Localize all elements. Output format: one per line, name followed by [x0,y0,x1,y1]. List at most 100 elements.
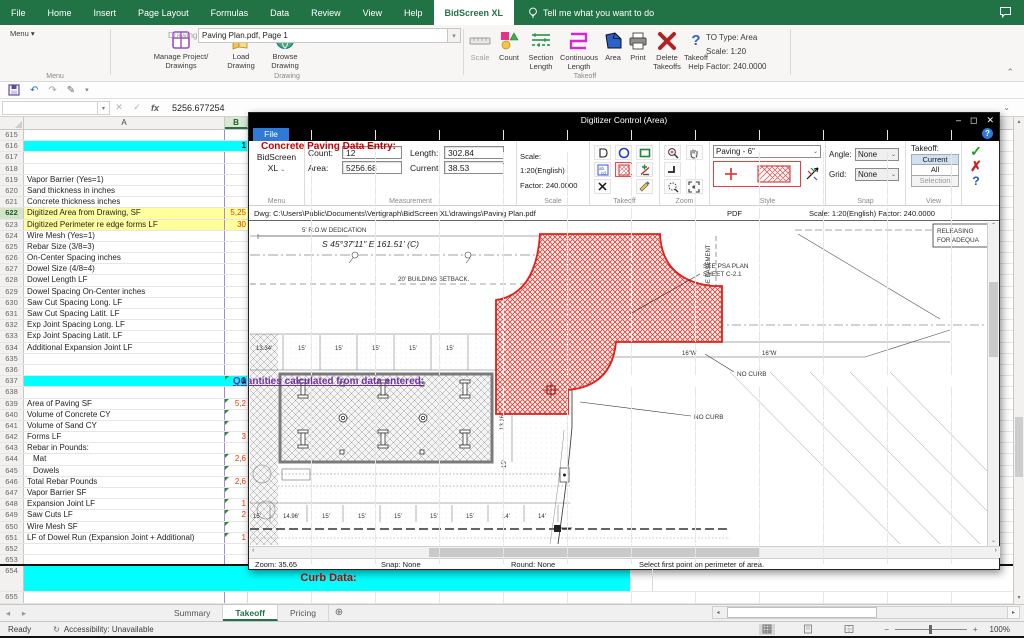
digitizer-close-button[interactable]: ✕ [986,113,994,127]
horizontal-scrollbar[interactable]: ◂ [712,606,1008,619]
cell-a635[interactable] [24,354,225,364]
collapse-ribbon-icon[interactable]: ⌃ [1006,67,1014,78]
cell-b649[interactable]: 2 [225,510,248,520]
menu-dropdown-button[interactable]: Menu ▾ [10,30,35,38]
zoom-slider[interactable] [895,629,967,630]
row-header-655[interactable]: 655 [0,592,24,602]
cell-a637[interactable]: Quantities calculated from data entered: [24,376,630,386]
cell-b643[interactable] [225,443,248,453]
cell-b633[interactable] [225,331,248,341]
row-header-641[interactable]: 641 [0,421,24,431]
redo-icon[interactable]: ↷ [48,85,56,96]
cell-a626[interactable]: On-Center Spacing inches [24,253,225,263]
cell-b647[interactable] [225,488,248,498]
row-header-619[interactable]: 619 [0,175,24,185]
row-header-653[interactable]: 653 [0,555,24,564]
worksheet-grid[interactable]: 615616Concrete Paving Data Entry:1617618… [0,130,1013,604]
cell-b636[interactable] [225,365,248,375]
row-header-617[interactable]: 617 [0,152,24,162]
cell-b627[interactable] [225,264,248,274]
cell-a616[interactable]: Concrete Paving Data Entry: [24,141,630,151]
row-header-621[interactable]: 621 [0,197,24,207]
cell-b617[interactable] [225,152,248,162]
row-header-630[interactable]: 630 [0,298,24,308]
ribbon-tab-home[interactable]: Home [37,0,83,25]
cell-a639[interactable]: Area of Paving SF [24,399,225,409]
row-header-626[interactable]: 626 [0,253,24,263]
save-icon[interactable] [8,84,20,96]
cell-b644[interactable]: 2,6 [225,454,248,464]
row-header-640[interactable]: 640 [0,410,24,420]
cell-a629[interactable]: Dowel Spacing On-Center inches [24,287,225,297]
cell-b618[interactable] [225,164,248,174]
cell-b621[interactable] [225,197,248,207]
ribbon-tab-data[interactable]: Data [259,0,300,25]
cell-a631[interactable]: Saw Cut Spacing Latit. LF [24,309,225,319]
cell-b620[interactable] [225,186,248,196]
cell-b642[interactable]: 3 [225,432,248,442]
cell-a625[interactable]: Rebar Size (3/8=3) [24,242,225,252]
formula-bar-value[interactable]: 5256.677254 [172,103,225,113]
zoom-level[interactable]: 100% [990,625,1010,634]
count-button[interactable]: Count [494,29,524,63]
cell-b639[interactable]: 5,2 [225,399,248,409]
row-header-642[interactable]: 642 [0,432,24,442]
cell-b645[interactable] [225,466,248,476]
zoom-in-button[interactable]: + [973,625,978,634]
cell-a650[interactable]: Wire Mesh SF [24,522,225,532]
sheet-nav-right-icon[interactable]: ▸ [16,605,32,621]
cell-a621[interactable]: Concrete thickness inches [24,197,225,207]
cell-a627[interactable]: Dowel Size (4/8=4) [24,264,225,274]
cell-b616[interactable]: 1 [225,141,248,151]
cell-a652[interactable] [24,544,225,554]
cell-b650[interactable] [225,522,248,532]
cell-b631[interactable] [225,309,248,319]
row-header-650[interactable]: 650 [0,522,24,532]
new-sheet-button[interactable]: ⊕ [329,605,349,621]
row-header-648[interactable]: 648 [0,499,24,509]
cell-b651[interactable]: 1 [225,533,248,543]
row-header-622[interactable]: 622 [0,208,24,218]
row-header-620[interactable]: 620 [0,186,24,196]
cell-a633[interactable]: Exp Joint Spacing Latit. LF [24,331,225,341]
cell-b654[interactable] [630,566,653,591]
name-box-dropdown[interactable]: ▾ [98,101,110,115]
ribbon-tab-file[interactable]: File [0,0,37,25]
cell-b632[interactable] [225,320,248,330]
section-length-button[interactable]: Section Length [524,29,558,71]
row-header-643[interactable]: 643 [0,443,24,453]
sheet-nav-left-icon[interactable]: ◂ [0,605,16,621]
pen-icon[interactable]: ✎ [67,85,75,96]
row-header-647[interactable]: 647 [0,488,24,498]
digitizer-maximize-button[interactable]: ◻ [970,113,977,127]
ribbon-tab-help[interactable]: Help [393,0,434,25]
row-header-649[interactable]: 649 [0,510,24,520]
ribbon-tab-insert[interactable]: Insert [83,0,128,25]
cell-b635[interactable] [225,354,248,364]
cell-a646[interactable]: Total Rebar Pounds [24,477,225,487]
insert-function-icon[interactable]: fx [146,103,164,113]
row-header-635[interactable]: 635 [0,354,24,364]
row-header-629[interactable]: 629 [0,287,24,297]
undo-icon[interactable]: ↶ [30,85,38,96]
ribbon-tab-page-layout[interactable]: Page Layout [127,0,200,25]
row-header-627[interactable]: 627 [0,264,24,274]
cell-b630[interactable] [225,298,248,308]
cell-a619[interactable]: Vapor Barrier (Yes=1) [24,175,225,185]
sheet-tab-summary[interactable]: Summary [162,605,223,621]
row-header-623[interactable]: 623 [0,220,24,230]
row-header-625[interactable]: 625 [0,242,24,252]
tellme-box[interactable]: Tell me what you want to do [528,0,654,25]
drawing-file-dropdown[interactable]: Paving Plan.pdf, Page 1 [198,28,448,43]
row-header-615[interactable]: 615 [0,130,24,140]
row-header-654[interactable]: 654 [0,566,24,591]
cell-b652[interactable] [225,544,248,554]
row-header-652[interactable]: 652 [0,544,24,554]
delete-takeoffs-button[interactable]: Delete Takeoffs [650,29,684,71]
ribbon-tab-formulas[interactable]: Formulas [200,0,260,25]
row-header-638[interactable]: 638 [0,387,24,397]
cell-a654[interactable]: Curb Data: [24,566,630,591]
digitizer-title-bar[interactable]: Digitizer Control (Area) [249,113,999,127]
row-header-633[interactable]: 633 [0,331,24,341]
cell-a623[interactable]: Digitized Perimeter re edge forms LF [24,220,225,230]
